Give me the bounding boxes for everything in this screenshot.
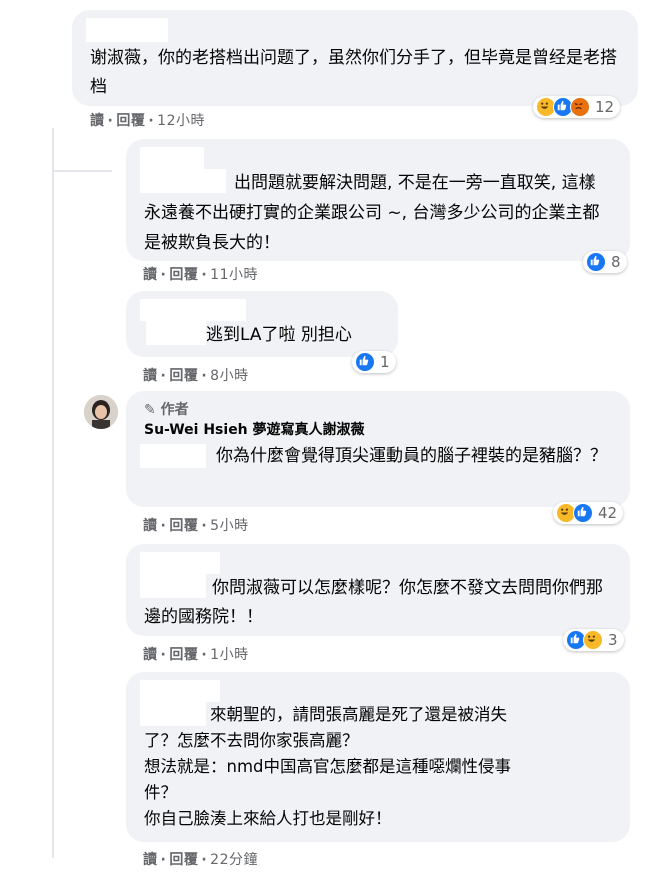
reply-link[interactable]: 回覆 — [169, 267, 198, 283]
redacted-name — [140, 147, 204, 169]
comment-text: 逃到LA了啦 別担心 — [206, 325, 352, 345]
reaction-summary[interactable]: 8 — [583, 251, 627, 273]
comment-text: 來朝聖的，請問張高麗是死了還是被消失 了？怎麼不去問你家張高麗？ 想法就是：nm… — [144, 702, 612, 832]
reply-link[interactable]: 回覆 — [116, 113, 145, 129]
read-link[interactable]: 讀 — [143, 368, 158, 384]
timestamp[interactable]: 5小時 — [210, 518, 248, 534]
redacted-name — [86, 18, 168, 42]
redacted-name — [140, 444, 206, 468]
separator: · — [201, 852, 208, 868]
comment-line: 想法就是：nmd中国高官怎麼都是這種噁爛性侵事 — [144, 757, 512, 776]
reaction-summary[interactable]: 1 — [352, 351, 396, 373]
redacted-name — [140, 552, 220, 574]
separator: · — [201, 518, 208, 534]
separator: · — [160, 852, 167, 868]
comment-actions: 讀 · 回覆 · 22分鐘 — [143, 849, 258, 869]
reaction-count: 12 — [595, 98, 615, 116]
reply-link[interactable]: 回覆 — [169, 647, 198, 663]
comment-line: 來朝聖的，請問張高麗是死了還是被消失 — [210, 705, 507, 724]
reply-bubble: 出問題就要解決問題, 不是在一旁一直取笑, 這樣永遠養不出硬打實的企業跟公司 ~… — [126, 139, 630, 261]
read-link[interactable]: 讀 — [90, 113, 105, 129]
thread-line — [52, 128, 54, 858]
author-badge-label: 作者 — [160, 402, 189, 418]
reaction-count: 42 — [598, 504, 618, 522]
comment-actions: 讀 · 回覆 · 8小時 — [143, 365, 249, 385]
comment-text: 你問淑薇可以怎麼樣呢？你怎麼不發文去問問你們那邊的國務院！！ — [144, 578, 603, 627]
comment-actions: 讀 · 回覆 · 12小時 — [90, 110, 205, 130]
reply-bubble: 來朝聖的，請問張高麗是死了還是被消失 了？怎麼不去問你家張高麗？ 想法就是：nm… — [126, 672, 630, 842]
comment-text: 你為什麼會覺得頂尖運動員的腦子裡裝的是豬腦？？ — [216, 446, 607, 466]
reaction-summary[interactable]: 3 — [563, 629, 624, 651]
like-icon — [573, 503, 593, 523]
read-link[interactable]: 讀 — [143, 518, 158, 534]
separator: · — [107, 113, 114, 129]
timestamp[interactable]: 1小時 — [210, 647, 248, 663]
comment-line: 你自己臉湊上來給人打也是剛好！ — [144, 809, 392, 828]
comment-line: 件？ — [144, 783, 177, 802]
haha-icon — [583, 630, 603, 650]
timestamp[interactable]: 22分鐘 — [210, 852, 258, 868]
separator: · — [148, 113, 155, 129]
read-link[interactable]: 讀 — [143, 647, 158, 663]
separator: · — [160, 267, 167, 283]
redacted-name — [140, 702, 206, 726]
comment-actions: 讀 · 回覆 · 1小時 — [143, 644, 249, 664]
angry-icon — [570, 97, 590, 117]
separator: · — [201, 267, 208, 283]
like-icon — [586, 252, 606, 272]
comment-text: 谢淑薇，你的老搭档出问题了，虽然你们分手了，但毕竟是曾经是老搭档 — [90, 48, 617, 97]
read-link[interactable]: 讀 — [143, 267, 158, 283]
reply-link[interactable]: 回覆 — [169, 368, 198, 384]
separator: · — [160, 647, 167, 663]
redacted-name — [146, 321, 206, 345]
redacted-name — [140, 574, 206, 598]
reply-link[interactable]: 回覆 — [169, 852, 198, 868]
reply-link[interactable]: 回覆 — [169, 518, 198, 534]
reply-bubble: ✎ 作者 Su-Wei Hsieh 夢遊寫真人謝淑薇 你為什麼會覺得頂尖運動員的… — [126, 391, 630, 507]
author-badge: ✎ 作者 — [144, 400, 612, 420]
redacted-name — [140, 299, 246, 321]
pencil-icon: ✎ — [144, 402, 156, 418]
comment-bubble: 谢淑薇，你的老搭档出问题了，虽然你们分手了，但毕竟是曾经是老搭档 — [72, 10, 638, 106]
read-link[interactable]: 讀 — [143, 852, 158, 868]
comment-line: 了？怎麼不去問你家張高麗？ — [144, 731, 359, 750]
reaction-summary[interactable]: 12 — [533, 96, 621, 118]
comment-actions: 讀 · 回覆 · 11小時 — [143, 264, 258, 284]
separator: · — [201, 368, 208, 384]
reply-bubble: 你問淑薇可以怎麼樣呢？你怎麼不發文去問問你們那邊的國務院！！ — [126, 544, 630, 636]
author-avatar[interactable] — [84, 395, 118, 429]
separator: · — [160, 518, 167, 534]
separator: · — [201, 647, 208, 663]
comment-actions: 讀 · 回覆 · 5小時 — [143, 515, 249, 535]
timestamp[interactable]: 11小時 — [210, 267, 258, 283]
timestamp[interactable]: 12小時 — [157, 113, 205, 129]
timestamp[interactable]: 8小時 — [210, 368, 248, 384]
author-name[interactable]: Su-Wei Hsieh 夢遊寫真人謝淑薇 — [144, 420, 612, 440]
reaction-count: 3 — [608, 631, 618, 649]
like-icon — [355, 352, 375, 372]
thread-connector — [52, 170, 112, 172]
reaction-count: 1 — [380, 353, 390, 371]
separator: · — [160, 368, 167, 384]
reaction-count: 8 — [611, 253, 621, 271]
redacted-name — [140, 680, 220, 702]
reply-bubble: 逃到LA了啦 別担心 — [126, 291, 398, 357]
redacted-name — [140, 169, 226, 193]
reaction-summary[interactable]: 42 — [553, 502, 624, 524]
